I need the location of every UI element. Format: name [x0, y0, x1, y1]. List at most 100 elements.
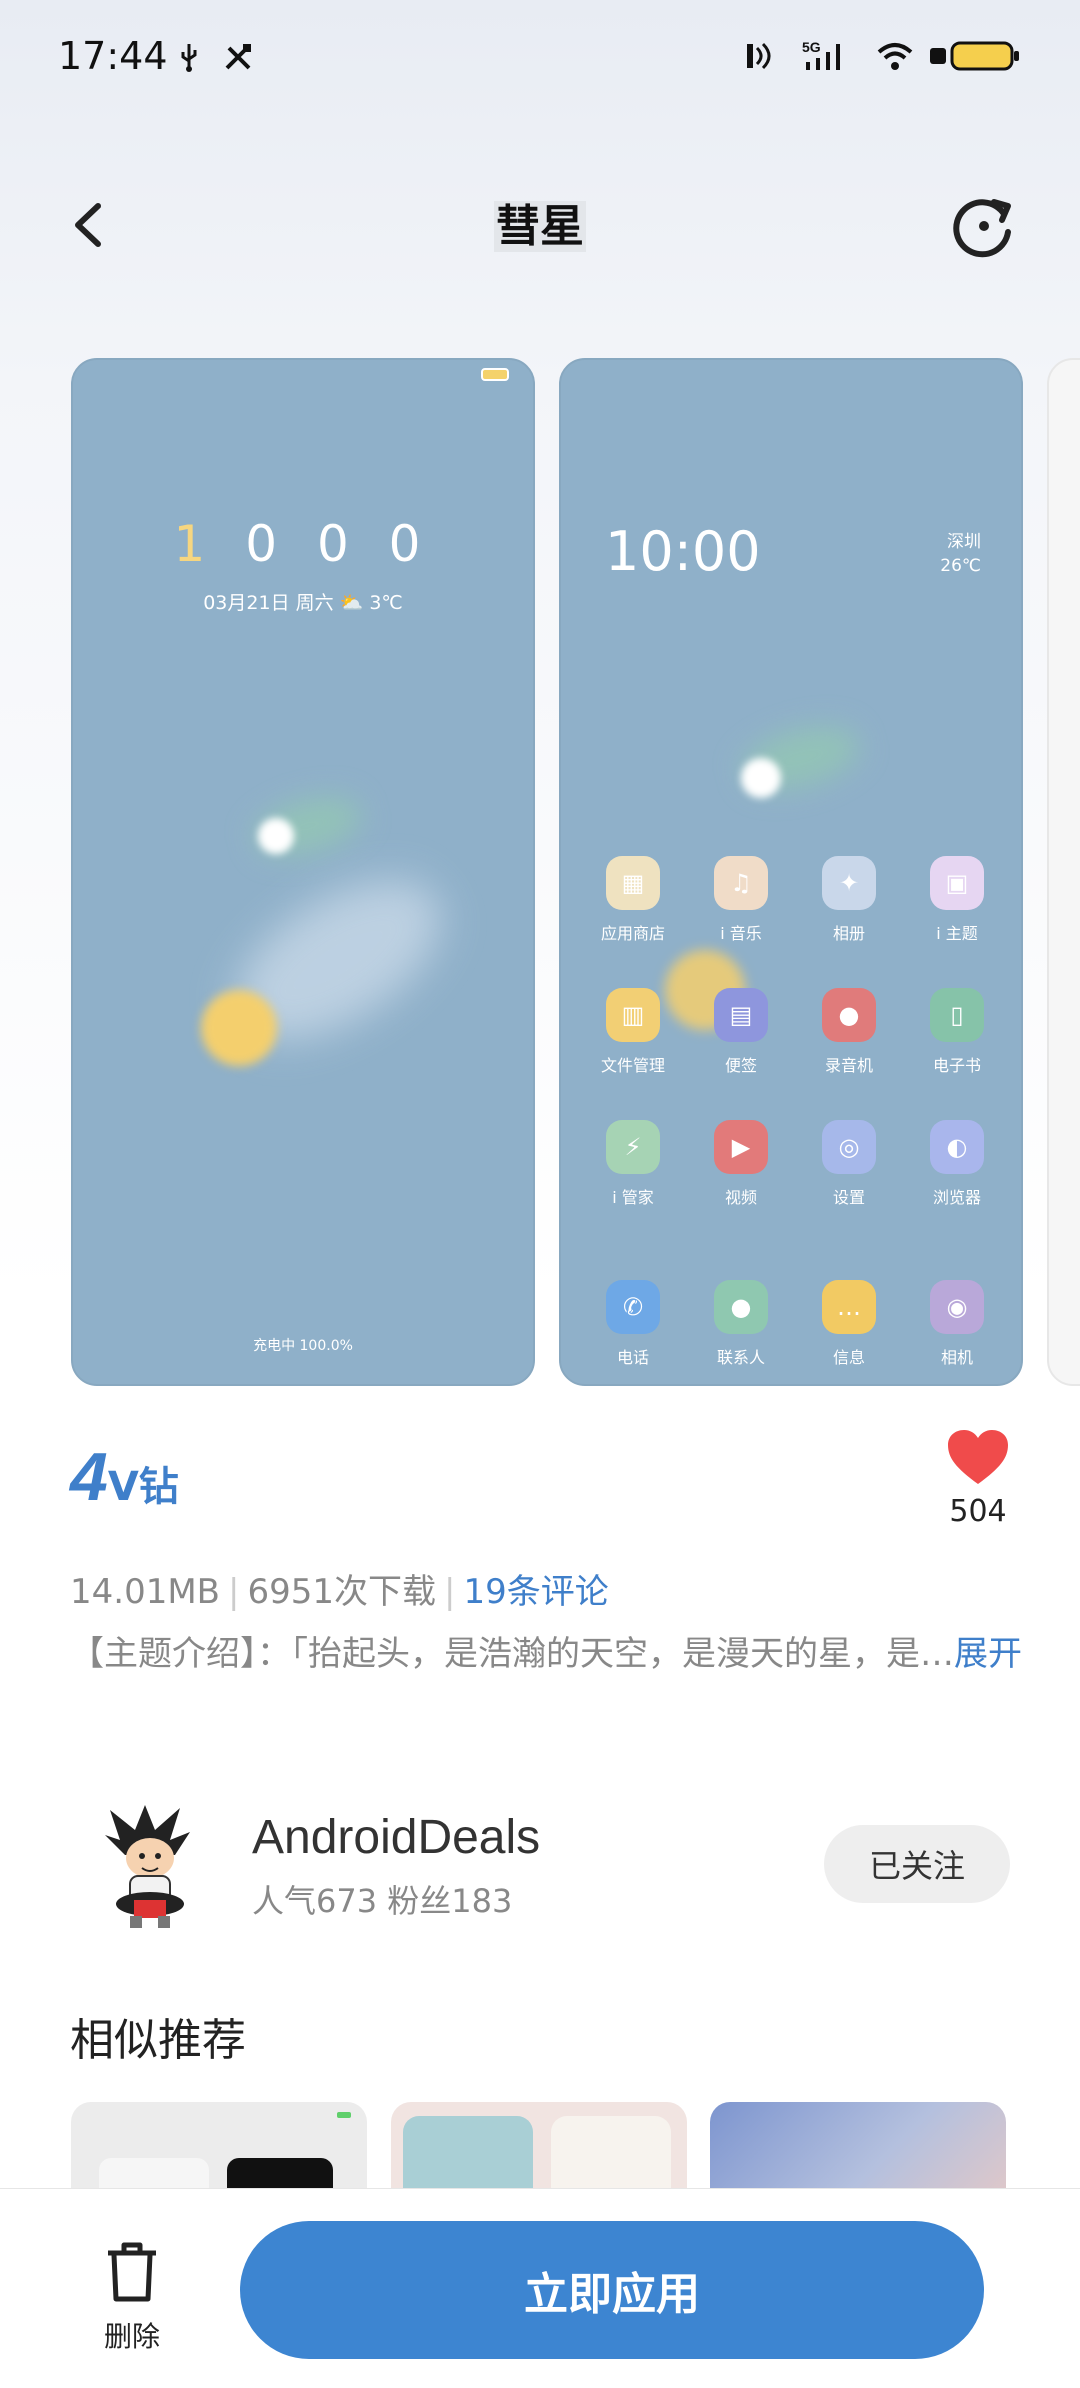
avatar[interactable] [90, 1800, 210, 1930]
header: 彗星 [0, 170, 1080, 280]
author-name[interactable]: AndroidDeals [252, 1810, 540, 1865]
theme-icon: ▣ [930, 856, 984, 910]
app-store-icon: ▦ [606, 856, 660, 910]
heart-icon [948, 1430, 1008, 1484]
lock-date-weather: 03月21日 周六 ⛅ 3℃ [203, 592, 403, 614]
status-right-icons: 5G [743, 38, 1020, 78]
app-label: 相机 [940, 1348, 973, 1367]
contacts-icon: ● [714, 1280, 768, 1334]
intro-text: 【主题介绍】：「抬起头，是浩瀚的天空，是漫天的星，是… [70, 1634, 954, 1674]
file-manager-icon: ▥ [606, 988, 660, 1042]
app-contacts[interactable]: ● 联系人 [687, 1280, 795, 1368]
vip-number: 4 [70, 1439, 108, 1515]
apply-button[interactable]: 立即应用 [240, 2221, 984, 2359]
lock-time: 1 0 0 0 [73, 515, 533, 573]
comet-head [258, 818, 294, 854]
app-camera[interactable]: ◉ 相机 [903, 1280, 1011, 1368]
refresh-icon [953, 199, 1011, 258]
manager-icon: ⚡ [606, 1120, 660, 1174]
delete-label: 删除 [103, 2320, 160, 2353]
messages-icon: … [822, 1280, 876, 1334]
author-stats: 人气673 粉丝183 [252, 1882, 513, 1920]
album-icon: ✦ [822, 856, 876, 910]
app-manager[interactable]: ⚡ i 管家 [579, 1120, 687, 1208]
app-notes[interactable]: ▤ 便签 [687, 988, 795, 1076]
page-title: 彗星 [0, 190, 1080, 254]
tools-icon [225, 44, 252, 70]
app-phone[interactable]: ✆ 电话 [579, 1280, 687, 1368]
similar-theme-card[interactable] [391, 2102, 687, 2188]
preview-strip[interactable]: 1 0 0 0 03月21日 周六 ⛅ 3℃ 充电中 100.0% 10:00 … [0, 358, 1080, 1388]
widget-preview [403, 2116, 533, 2188]
app-app-store[interactable]: ▦ 应用商店 [579, 856, 687, 944]
wifi-icon [877, 43, 913, 70]
app-music[interactable]: ♫ i 音乐 [687, 856, 795, 944]
app-label: 设置 [832, 1188, 865, 1207]
app-label: 视频 [724, 1188, 757, 1207]
similar-theme-card[interactable] [71, 2102, 367, 2188]
widget-preview [99, 2158, 209, 2188]
nfc-icon [746, 42, 771, 70]
svg-text:5G: 5G [802, 39, 821, 55]
app-file-manager[interactable]: ▥ 文件管理 [579, 988, 687, 1076]
preview-peek-card[interactable] [1047, 358, 1080, 1386]
app-label: 联系人 [716, 1348, 765, 1367]
home-screen-preview[interactable]: 10:00 深圳 26℃ ▦ 应用商店 ♫ i 音乐 ✦ 相册 ▣ i 主题 ▥ 文件管理 ▤ 便签 ●… [559, 358, 1023, 1386]
charging-status: 充电中 100.0% [253, 1338, 353, 1354]
app-label: i 音乐 [720, 924, 762, 943]
widget-preview [227, 2158, 333, 2188]
app-browser[interactable]: ◐ 浏览器 [903, 1120, 1011, 1208]
preview-battery-icon [481, 368, 509, 381]
app-label: 电子书 [932, 1056, 981, 1075]
bottom-bar: 删除 立即应用 [0, 2188, 1080, 2388]
status-left-icons [172, 40, 255, 78]
similar-section-title: 相似推荐 [70, 2015, 246, 2066]
similar-theme-card[interactable] [710, 2102, 1006, 2188]
like-count: 504 [949, 1494, 1007, 1529]
5g-signal-icon: 5G [802, 39, 840, 70]
comments-link[interactable]: 19条评论 [463, 1572, 608, 1612]
status-time: 17:44 [58, 34, 168, 78]
preview-battery-icon [337, 2112, 351, 2118]
similar-strip[interactable] [0, 2102, 1080, 2188]
theme-size: 14.01MB [70, 1572, 220, 1612]
refresh-button[interactable] [948, 188, 1020, 260]
home-weather: 深圳 26℃ [940, 530, 981, 578]
app-label: i 管家 [612, 1188, 654, 1207]
app-messages[interactable]: … 信息 [795, 1280, 903, 1368]
status-bar: 17:44 5G [0, 0, 1080, 110]
vip-label: V钻 [107, 1464, 179, 1510]
app-label: 电话 [616, 1348, 649, 1367]
like-button[interactable]: 504 [930, 1428, 1026, 1529]
phone-icon: ✆ [606, 1280, 660, 1334]
delete-button[interactable]: 删除 [92, 2241, 172, 2355]
divider: | [444, 1572, 456, 1612]
theme-intro: 【主题介绍】：「抬起头，是浩瀚的天空，是漫天的星，是…展开 [70, 1626, 1080, 1682]
app-theme[interactable]: ▣ i 主题 [903, 856, 1011, 944]
video-icon: ▶ [714, 1120, 768, 1174]
battery-icon [930, 41, 1019, 71]
app-video[interactable]: ▶ 视频 [687, 1120, 795, 1208]
app-label: 录音机 [824, 1056, 873, 1075]
app-label: 便签 [724, 1056, 757, 1075]
app-label: 相册 [832, 924, 865, 943]
app-ebook[interactable]: ▯ 电子书 [903, 988, 1011, 1076]
app-label: 信息 [832, 1348, 865, 1367]
expand-link[interactable]: 展开 [954, 1634, 1022, 1674]
theme-meta: 14.01MB | 6951次下载 | 19条评论 [70, 1564, 609, 1613]
music-icon: ♫ [714, 856, 768, 910]
lock-screen-preview[interactable]: 1 0 0 0 03月21日 周六 ⛅ 3℃ 充电中 100.0% [71, 358, 535, 1386]
sun-glow [201, 990, 277, 1066]
app-recorder[interactable]: ● 录音机 [795, 988, 903, 1076]
follow-button[interactable]: 已关注 [824, 1825, 1010, 1903]
app-settings[interactable]: ◎ 设置 [795, 1120, 903, 1208]
author-row[interactable]: AndroidDeals 人气673 粉丝183 已关注 [70, 1790, 1010, 1940]
app-label: 文件管理 [600, 1056, 665, 1075]
notes-icon: ▤ [714, 988, 768, 1042]
browser-icon: ◐ [930, 1120, 984, 1174]
settings-icon: ◎ [822, 1120, 876, 1174]
lock-time-rest: 0 0 0 [245, 515, 433, 573]
ebook-icon: ▯ [930, 988, 984, 1042]
app-album[interactable]: ✦ 相册 [795, 856, 903, 944]
page-title-text: 彗星 [494, 201, 586, 252]
